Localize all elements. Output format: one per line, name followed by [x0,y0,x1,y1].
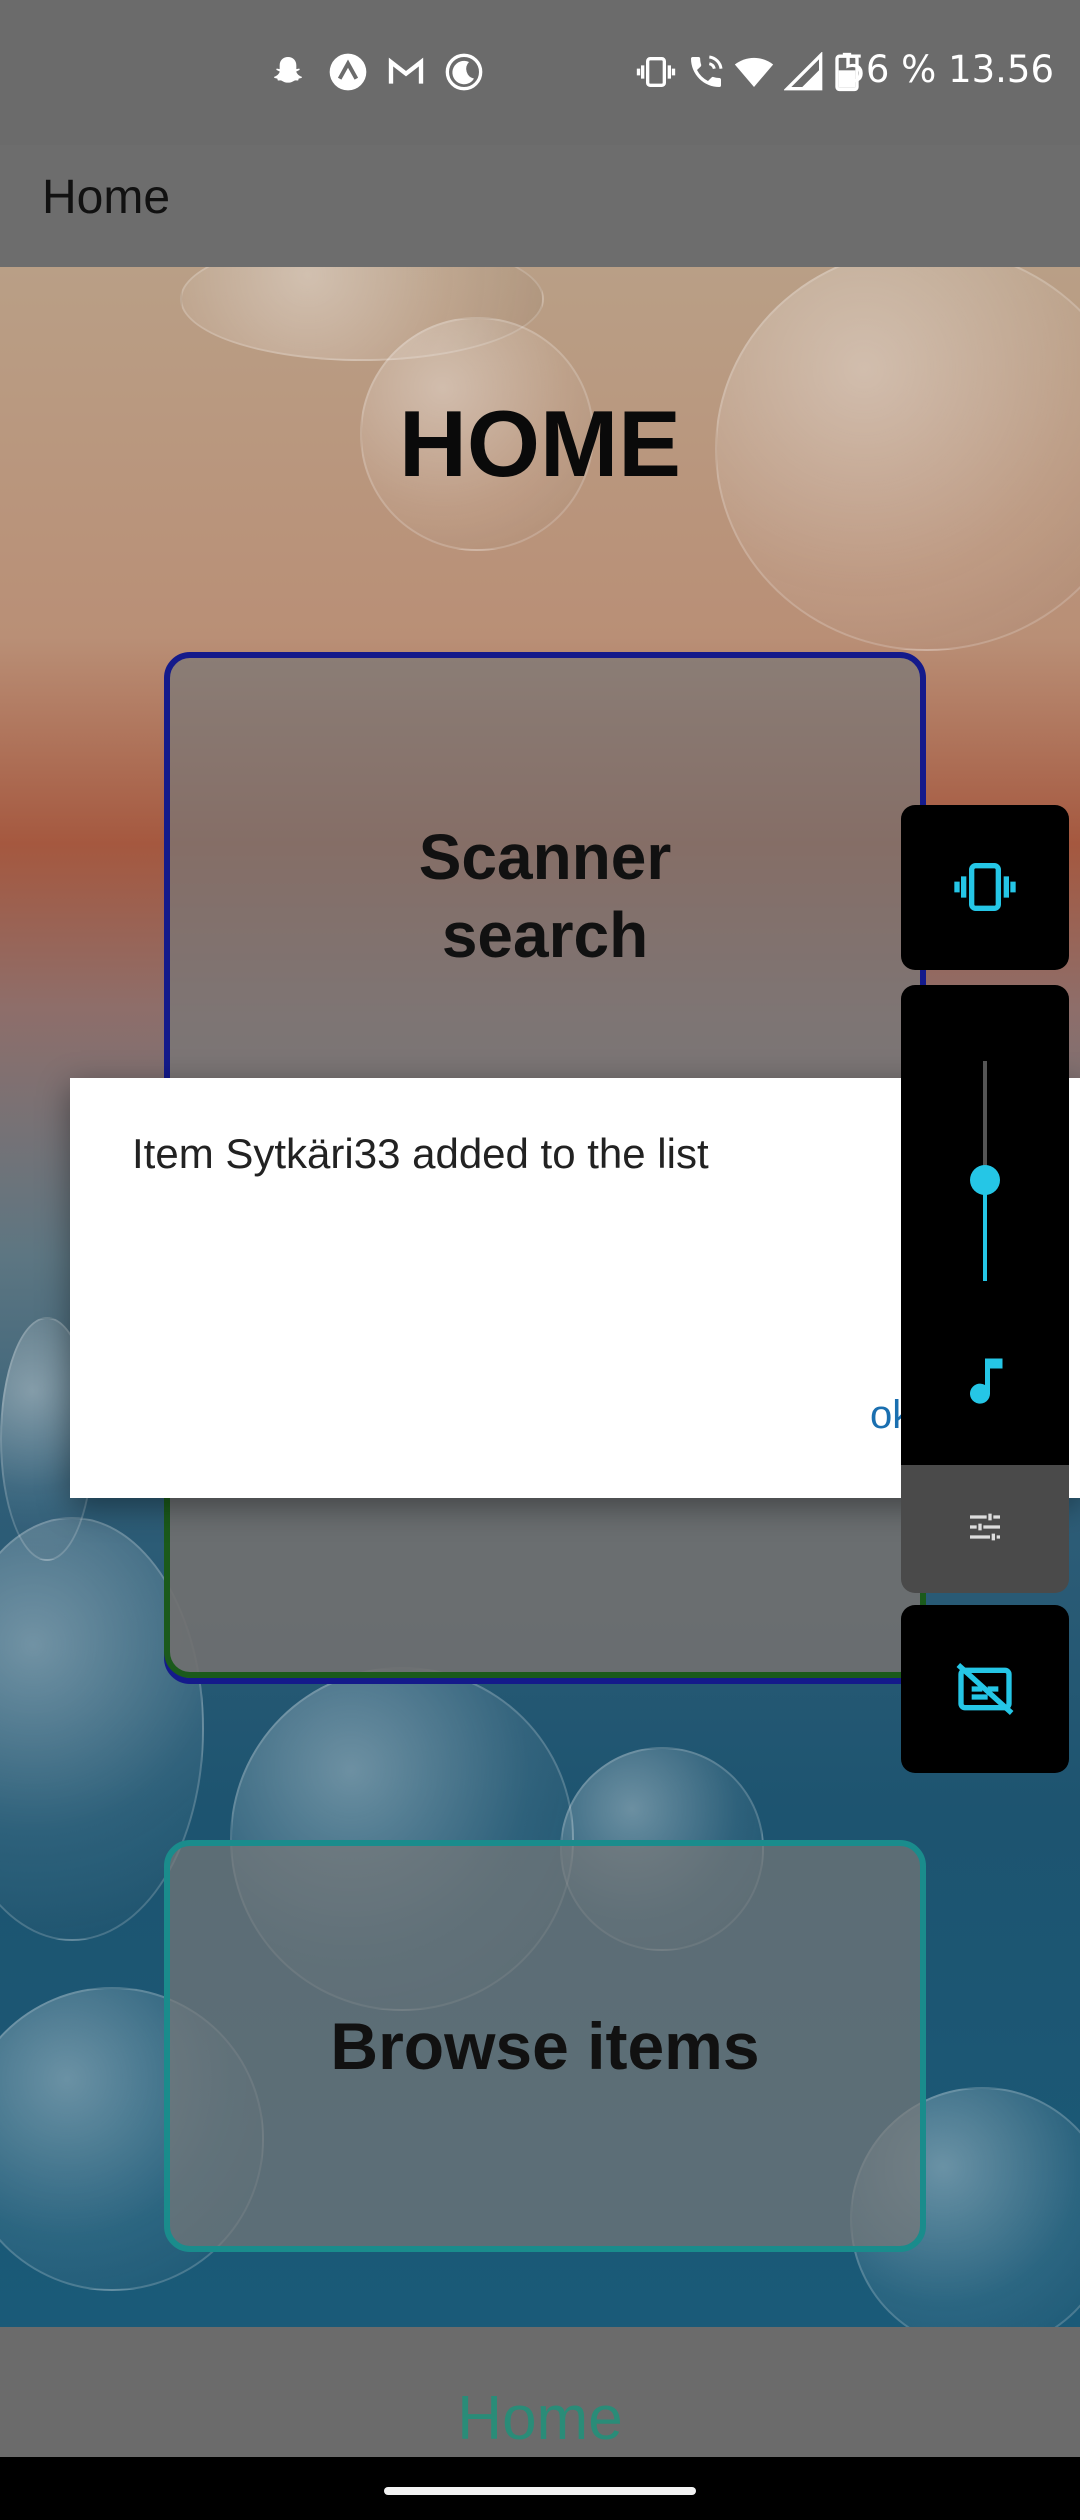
browse-items-button[interactable]: Browse items [164,1840,926,2252]
scanner-search-label: Scanner search [418,821,672,971]
wifi-calling-icon [691,55,723,87]
app-bar-title: Home [42,171,171,224]
wifi-icon [734,57,774,87]
vibrate-icon [636,57,676,87]
app-launcher-icon [329,53,367,91]
gesture-handle[interactable] [384,2487,696,2495]
status-bar: 56 % 13.56 [0,0,1080,145]
volume-slider-thumb[interactable] [970,1165,1000,1195]
snapchat-icon [274,57,302,83]
volume-slider-fill [983,1180,987,1281]
gmail-icon [388,57,424,84]
battery-time-text: 56 % 13.56 [842,48,1054,91]
browse-items-label: Browse items [330,2009,760,2083]
volume-slider-panel [901,985,1069,1465]
equalizer-settings-icon [970,1513,1000,1541]
vibrate-mode-icon [954,863,1016,911]
bottom-nav-home-tab[interactable]: Home [0,2383,1080,2454]
ringer-mode-button[interactable] [901,805,1069,970]
captions-off-icon [956,1663,1014,1715]
screen: 56 % 13.56 Home HOME Scanner search Brow… [0,0,1080,2520]
sound-settings-button[interactable] [901,1465,1069,1593]
live-caption-button[interactable] [901,1605,1069,1773]
dialog-message: Item Sytkäri33 added to the list [132,1130,709,1177]
page-title: HOME [399,391,681,496]
cellular-signal-icon [784,52,823,91]
music-note-icon [970,1358,1003,1404]
do-not-disturb-icon [445,53,483,91]
